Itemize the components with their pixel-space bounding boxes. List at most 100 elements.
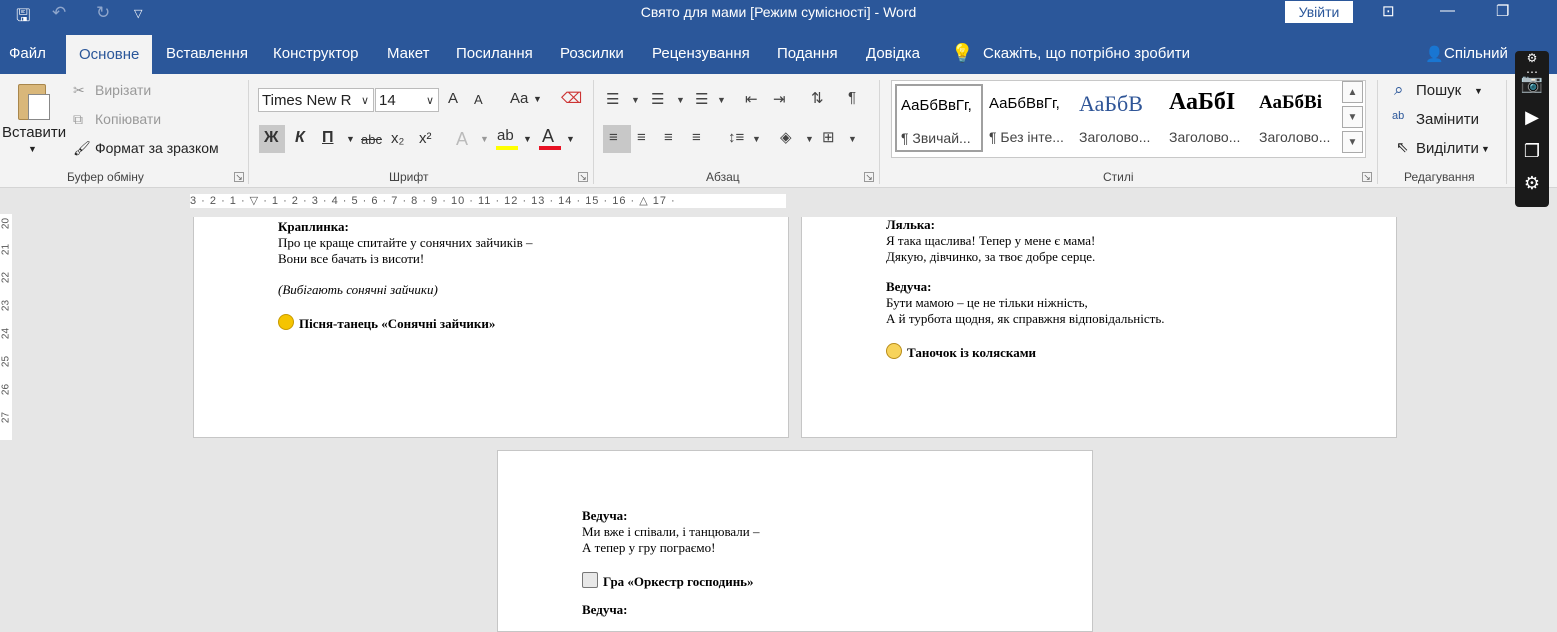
find-button[interactable]: Пошук [1416,82,1461,99]
style-label: Заголово... [1169,129,1241,145]
tab-references[interactable]: Посилання [456,45,533,62]
tab-review[interactable]: Рецензування [652,45,750,62]
subscript-button[interactable]: x₂ [391,130,404,147]
chevron-down-icon[interactable]: ▼ [676,95,685,105]
tab-mailings[interactable]: Розсилки [560,45,624,62]
chevron-down-icon[interactable]: ▼ [848,134,857,144]
document-page[interactable]: Краплинка: Про це краще спитайте у соняч… [193,217,789,438]
cut-button[interactable]: Вирізати [95,82,151,98]
paste-button[interactable]: Вставити [2,124,66,141]
document-page[interactable]: Лялька: Я така щаслива! Тепер у мене є м… [801,217,1397,438]
chevron-down-icon[interactable]: ▼ [805,134,814,144]
horizontal-ruler[interactable]: 3 · 2 · 1 · ▽ · 1 · 2 · 3 · 4 · 5 · 6 · … [190,194,786,208]
font-name-combo[interactable]: Times New R ∨ [258,88,374,112]
styles-more-icon[interactable]: ▼ [1342,131,1363,153]
settings-gear-icon[interactable]: ⚙ [1520,173,1544,194]
vertical-ruler[interactable]: 20 21 22 23 24 25 26 27 [0,214,12,440]
highlight-icon[interactable]: ab [497,127,514,144]
clipboard-launcher-icon[interactable]: ↘ [234,172,244,182]
replace-button[interactable]: Замінити [1416,111,1479,128]
tab-view[interactable]: Подання [777,45,838,62]
bold-button[interactable]: Ж [264,129,278,147]
increase-indent-icon[interactable]: ⇥ [773,90,786,108]
font-launcher-icon[interactable]: ↘ [578,172,588,182]
chevron-down-icon[interactable]: ∨ [426,89,434,113]
title-bar: 🖫 ↶ ↻ ▽ Свято для мами [Режим сумісності… [0,0,1557,26]
style-heading-1[interactable]: АаБбВ Заголово... [1072,81,1160,153]
copy-button[interactable]: Копіювати [95,111,161,127]
restore-icon[interactable]: ❐ [1496,2,1509,20]
style-no-spacing[interactable]: АаБбВвГг, ¶ Без інте... [982,81,1070,153]
strikethrough-button[interactable]: abc [361,132,382,147]
styles-launcher-icon[interactable]: ↘ [1362,172,1372,182]
styles-scroll-down-icon[interactable]: ▼ [1342,106,1363,128]
chevron-down-icon[interactable]: ▼ [480,134,489,144]
chevron-down-icon[interactable]: ▼ [752,134,761,144]
superscript-button[interactable]: x² [419,130,432,147]
style-heading-3[interactable]: АаБбВі Заголово... [1252,81,1340,153]
search-icon[interactable]: ⌕ [1394,80,1404,100]
shrink-font-button[interactable]: A [474,92,483,107]
minimize-icon[interactable]: — [1440,2,1455,19]
chevron-down-icon[interactable]: ▼ [1481,144,1490,154]
tab-design[interactable]: Конструктор [273,45,359,62]
numbering-icon[interactable]: ☰ [651,90,664,108]
underline-button[interactable]: П [322,129,334,147]
tab-home[interactable]: Основне [66,35,153,74]
ribbon-display-icon[interactable]: ⊡ [1382,2,1395,20]
change-case-button[interactable]: Aa [510,90,528,107]
styles-scroll-up-icon[interactable]: ▲ [1342,81,1363,103]
tell-me-input[interactable]: Скажіть, що потрібно зробити [983,45,1190,62]
chevron-down-icon[interactable]: ▼ [1474,86,1483,96]
share-button[interactable]: Спільний [1444,45,1508,62]
font-size-combo[interactable]: 14 ∨ [375,88,439,112]
justify-icon[interactable]: ≡ [692,129,701,146]
sign-in-button[interactable]: Увійти [1285,1,1353,23]
share-icon[interactable]: 👤 [1425,45,1444,63]
bullets-icon[interactable]: ☰ [606,90,619,108]
italic-button[interactable]: К [295,129,305,147]
paste-icon[interactable] [14,80,52,122]
borders-icon[interactable]: ⊞ [822,128,835,146]
sort-icon[interactable]: ⇅ [811,89,824,107]
align-left-icon[interactable]: ≡ [609,129,618,146]
style-normal[interactable]: АаБбВвГг, ¶ Звичай... [895,84,983,152]
grow-font-button[interactable]: A [448,90,458,107]
show-marks-icon[interactable]: ¶ [848,89,856,106]
copy-icon[interactable]: ⧉ [73,111,83,128]
cut-icon[interactable]: ✂ [73,82,85,99]
paragraph-launcher-icon[interactable]: ↘ [864,172,874,182]
multilevel-list-icon[interactable]: ☰ [695,90,708,108]
chevron-down-icon[interactable]: ▼ [717,95,726,105]
tab-help[interactable]: Довідка [866,45,920,62]
group-divider [593,80,594,184]
clear-formatting-icon[interactable]: ⌫ [561,89,582,107]
select-button[interactable]: Виділити [1416,140,1479,157]
chevron-down-icon[interactable]: ∨ [361,89,369,113]
chevron-down-icon[interactable]: ▼ [346,134,355,144]
chevron-down-icon[interactable]: ▼ [533,94,542,104]
tab-file[interactable]: Файл [9,45,46,62]
format-painter-button[interactable]: Формат за зразком [95,140,219,156]
font-color-icon[interactable]: A [542,126,554,147]
chevron-down-icon[interactable]: ▼ [523,134,532,144]
tab-insert[interactable]: Вставлення [166,45,248,62]
style-heading-2[interactable]: АаБбІ Заголово... [1162,81,1250,153]
camera-icon[interactable]: 📷 [1520,73,1544,94]
windows-icon[interactable]: ❐ [1520,141,1544,162]
align-center-icon[interactable]: ≡ [637,129,646,146]
line-spacing-icon[interactable]: ↕≡ [728,129,744,146]
chevron-down-icon[interactable]: ▼ [631,95,640,105]
format-painter-icon[interactable]: 🖌 [73,140,91,157]
text-effects-icon[interactable]: A [456,129,468,150]
video-icon[interactable]: ▶ [1520,107,1544,128]
chevron-down-icon[interactable]: ▼ [566,134,575,144]
replace-icon[interactable]: ab [1392,110,1404,122]
decrease-indent-icon[interactable]: ⇤ [745,90,758,108]
tab-layout[interactable]: Макет [387,45,429,62]
align-right-icon[interactable]: ≡ [664,129,673,146]
shading-icon[interactable]: ◈ [780,128,792,146]
select-icon[interactable]: ⇖ [1396,138,1409,156]
document-page[interactable]: Ведуча: Ми вже і співали, і танцювали – … [497,450,1093,632]
paste-dropdown-icon[interactable]: ▼ [28,144,37,154]
